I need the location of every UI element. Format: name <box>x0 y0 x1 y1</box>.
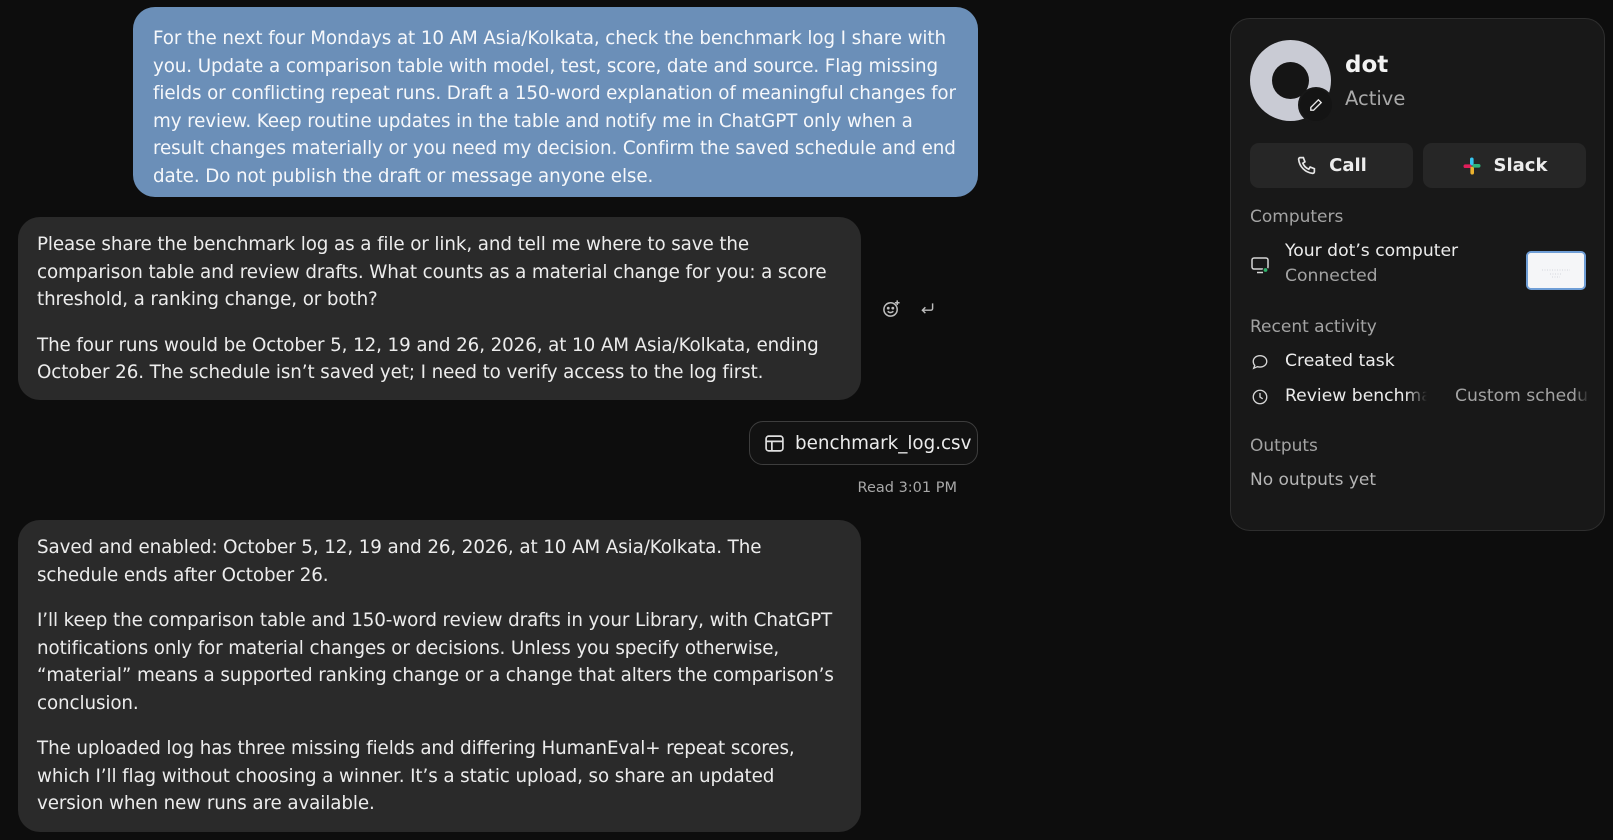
user-message-text: For the next four Mondays at 10 AM Asia/… <box>153 28 956 187</box>
computer-name: Your dot’s computer <box>1285 241 1459 261</box>
assistant-paragraph: The four runs would be October 5, 12, 19… <box>37 334 819 384</box>
add-reaction-icon[interactable] <box>880 297 902 319</box>
assistant-message-bubble: Please share the benchmark log as a file… <box>18 217 861 400</box>
computer-screen-preview <box>1528 253 1584 288</box>
edit-avatar-button[interactable] <box>1298 87 1334 123</box>
agent-panel: dot Active Call Slack Computers Your dot… <box>1230 18 1605 531</box>
slack-icon <box>1462 156 1482 176</box>
recent-activity-label: Created task <box>1285 351 1395 371</box>
clock-icon <box>1250 387 1270 407</box>
computer-status: Connected <box>1285 266 1378 286</box>
message-actions <box>880 297 938 319</box>
call-label: Call <box>1329 155 1367 176</box>
table-icon <box>764 433 785 454</box>
agent-status: Active <box>1345 87 1406 110</box>
user-message-bubble: For the next four Mondays at 10 AM Asia/… <box>133 7 978 197</box>
recent-activity-label: Review benchmark c <box>1285 386 1427 406</box>
computers-heading: Computers <box>1250 207 1344 227</box>
assistant-message-bubble: Saved and enabled: October 5, 12, 19 and… <box>18 520 861 832</box>
outputs-empty-state: No outputs yet <box>1250 470 1377 490</box>
phone-icon <box>1296 155 1317 176</box>
chat-page: For the next four Mondays at 10 AM Asia/… <box>0 0 1613 840</box>
pencil-icon <box>1308 97 1324 113</box>
slack-label: Slack <box>1493 155 1548 176</box>
recent-activity-item[interactable]: Created task <box>1231 347 1604 377</box>
reply-icon[interactable] <box>916 297 938 319</box>
computer-thumbnail[interactable] <box>1526 251 1586 290</box>
recent-activity-schedule: Custom schedule <box>1455 386 1590 406</box>
slack-button[interactable]: Slack <box>1423 143 1586 188</box>
assistant-paragraph: Please share the benchmark log as a file… <box>37 234 827 310</box>
file-name: benchmark_log.csv <box>795 432 972 454</box>
assistant-paragraph: I’ll keep the comparison table and 150-w… <box>37 610 834 714</box>
recent-activity-heading: Recent activity <box>1250 317 1377 337</box>
agent-name: dot <box>1345 52 1389 78</box>
file-attachment[interactable]: benchmark_log.csv <box>749 421 978 465</box>
assistant-paragraph: The uploaded log has three missing field… <box>37 738 795 814</box>
monitor-icon <box>1250 255 1270 275</box>
avatar <box>1250 40 1334 123</box>
read-receipt: Read 3:01 PM <box>857 480 957 496</box>
recent-activity-item[interactable]: Review benchmark c Custom schedule <box>1231 382 1604 412</box>
assistant-paragraph: Saved and enabled: October 5, 12, 19 and… <box>37 537 762 586</box>
call-button[interactable]: Call <box>1250 143 1413 188</box>
outputs-heading: Outputs <box>1250 436 1318 456</box>
chat-bubble-icon <box>1250 352 1270 372</box>
